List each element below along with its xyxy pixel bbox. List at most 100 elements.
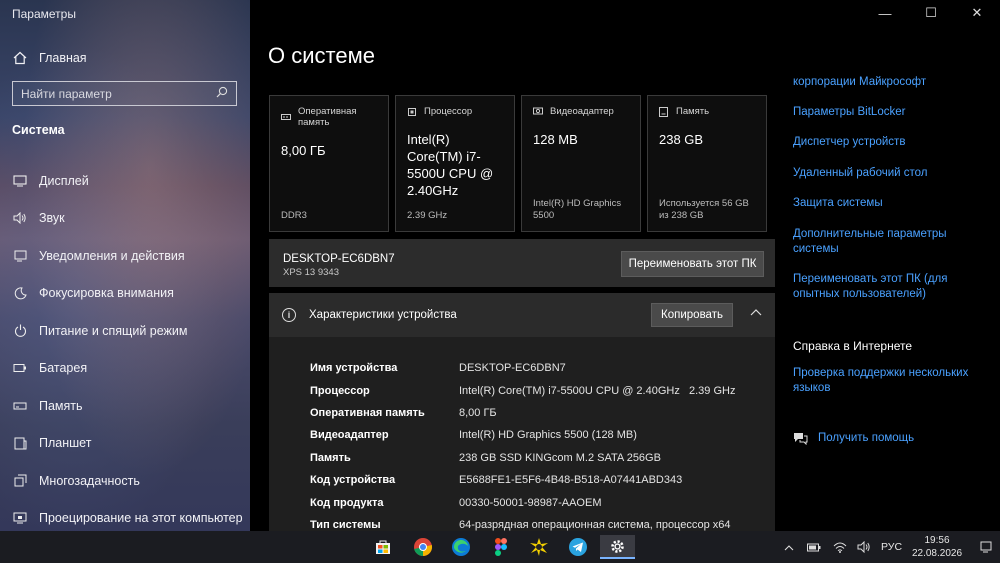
specs-title: Характеристики устройства — [309, 309, 457, 321]
link-advanced-system[interactable]: Дополнительные параметры системы — [793, 227, 953, 257]
spec-value: E5688FE1-E5F6-4B48-B518-A07441ABD343 — [459, 474, 683, 487]
sidebar-item-label: Планшет — [39, 436, 92, 451]
card-value: 8,00 ГБ — [281, 143, 326, 158]
sidebar-item-battery[interactable]: Батарея — [0, 350, 250, 388]
sidebar-item-focus[interactable]: Фокусировка внимания — [0, 275, 250, 313]
sunburst-icon[interactable] — [523, 535, 555, 559]
wifi-icon[interactable] — [832, 539, 848, 555]
volume-icon[interactable] — [856, 539, 872, 555]
sidebar-item-notifications[interactable]: Уведомления и действия — [0, 237, 250, 275]
link-device-manager[interactable]: Диспетчер устройств — [793, 135, 905, 150]
settings-icon[interactable] — [600, 535, 635, 559]
notification-icon — [12, 248, 28, 264]
card-footer: Используется 56 GB из 238 GB — [659, 198, 749, 221]
device-specs-header[interactable]: i Характеристики устройства Копировать — [269, 293, 775, 337]
minimize-button[interactable]: — — [862, 0, 908, 26]
section-label-system: Система — [12, 123, 65, 137]
clock[interactable]: 19:56 22.08.2026 — [906, 534, 968, 560]
spec-value: 64-разрядная операционная система, проце… — [459, 518, 731, 531]
pc-name-bar: DESKTOP-EC6DBN7 XPS 13 9343 Переименоват… — [269, 239, 775, 287]
spec-key: Процессор — [310, 384, 370, 397]
clock-time: 19:56 — [924, 535, 950, 546]
link-rename-advanced[interactable]: Переименовать этот ПК (для опытных польз… — [793, 272, 953, 302]
link-system-protection[interactable]: Защита системы — [793, 196, 883, 211]
moon-icon — [12, 285, 28, 301]
search-placeholder: Найти параметр — [21, 86, 112, 101]
spec-key: Тип системы — [310, 518, 381, 531]
cpu-icon — [407, 107, 417, 117]
ram-icon — [281, 112, 291, 122]
taskbar: РУС 19:56 22.08.2026 — [0, 531, 1000, 563]
storage-icon — [12, 398, 28, 414]
spec-row: Память 238 GB SSD KINGcom M.2 SATA 256GB — [310, 447, 735, 469]
card-title: Память — [676, 106, 710, 117]
chevron-up-icon[interactable] — [750, 305, 762, 319]
battery-icon — [12, 360, 28, 376]
power-icon — [12, 323, 28, 339]
link-bitlocker[interactable]: Параметры BitLocker — [793, 105, 905, 120]
sidebar-item-projecting[interactable]: Проецирование на этот компьютер — [0, 500, 250, 532]
spec-row: Видеоадаптер Intel(R) HD Graphics 5500 (1… — [310, 424, 735, 446]
sidebar-item-display[interactable]: Дисплей — [0, 162, 250, 200]
telegram-icon[interactable] — [562, 535, 594, 559]
maximize-button[interactable]: ☐ — [908, 0, 954, 26]
card-storage: Память 238 GB Используется 56 GB из 238 … — [647, 95, 767, 232]
card-value: 238 GB — [659, 132, 704, 147]
sidebar-item-label: Проецирование на этот компьютер — [39, 511, 243, 526]
search-icon[interactable] — [216, 86, 228, 101]
chat-help-icon — [793, 432, 808, 445]
figma-icon[interactable] — [485, 535, 517, 559]
spec-key: Видеоадаптер — [310, 429, 389, 442]
project-icon — [12, 510, 28, 526]
sidebar-item-label: Дисплей — [39, 173, 89, 188]
sidebar-item-tablet[interactable]: Планшет — [0, 425, 250, 463]
card-footer: 2.39 GHz — [407, 210, 448, 221]
help-title: Справка в Интернете — [793, 339, 913, 353]
spec-row: Тип системы 64-разрядная операционная сис… — [310, 514, 735, 531]
search-input[interactable]: Найти параметр — [12, 81, 237, 106]
spec-row: Код устройства E5688FE1-E5F6-4B48-B518-A0… — [310, 469, 735, 491]
get-help-link[interactable]: Получить помощь — [818, 431, 914, 446]
copy-button[interactable]: Копировать — [651, 303, 733, 327]
main-content: — ☐ ✕ О системе Оперативная память 8,00 … — [250, 0, 1000, 531]
app-title: Параметры — [12, 7, 76, 21]
spec-rows: Имя устройства DESKTOP-EC6DBN7 Процессор I… — [310, 357, 735, 531]
spec-value: 8,00 ГБ — [459, 406, 497, 419]
sidebar-item-multitasking[interactable]: Многозадачность — [0, 462, 250, 500]
link-remote-desktop[interactable]: Удаленный рабочий стол — [793, 166, 928, 181]
sidebar-item-sound[interactable]: Звук — [0, 200, 250, 238]
get-help-row[interactable]: Получить помощь — [793, 431, 914, 446]
link-microsoft[interactable]: корпорации Майкрософт — [793, 75, 926, 90]
spec-row: Имя устройства DESKTOP-EC6DBN7 — [310, 357, 735, 379]
chevron-up-icon[interactable] — [781, 539, 797, 555]
spec-key: Имя устройства — [310, 362, 398, 375]
card-footer: DDR3 — [281, 210, 307, 221]
store-icon[interactable] — [367, 535, 399, 559]
rename-pc-button[interactable]: Переименовать этот ПК — [621, 251, 764, 277]
sidebar-item-label: Звук — [39, 211, 65, 226]
link-language-support[interactable]: Проверка поддержки нескольких языков — [793, 366, 973, 396]
nav-home[interactable]: Главная — [0, 44, 250, 72]
spec-row: Процессор Intel(R) Core(TM) i7-5500U CPU … — [310, 379, 735, 401]
spec-value: Intel(R) HD Graphics 5500 (128 MB) — [459, 429, 637, 442]
card-title: Видеоадаптер — [550, 106, 614, 117]
sidebar: Параметры Главная Найти параметр Система… — [0, 0, 250, 531]
page-title: О системе — [268, 43, 375, 68]
chrome-icon[interactable] — [407, 535, 439, 559]
battery-icon[interactable] — [806, 539, 822, 555]
card-cpu: Процессор Intel(R) Core(TM) i7-5500U CPU… — [395, 95, 515, 232]
close-button[interactable]: ✕ — [954, 0, 1000, 26]
spec-row: Оперативная память 8,00 ГБ — [310, 402, 735, 424]
home-icon — [12, 50, 28, 66]
notification-center-icon[interactable] — [980, 540, 992, 553]
language-indicator[interactable]: РУС — [881, 541, 902, 553]
sidebar-item-power[interactable]: Питание и спящий режим — [0, 312, 250, 350]
sidebar-item-storage[interactable]: Память — [0, 387, 250, 425]
tablet-icon — [12, 435, 28, 451]
edge-icon[interactable] — [445, 535, 477, 559]
sidebar-item-label: Многозадачность — [39, 473, 140, 488]
spec-value: 238 GB SSD KINGcom M.2 SATA 256GB — [459, 451, 661, 464]
sidebar-item-label: Батарея — [39, 361, 88, 376]
disk-icon — [659, 106, 669, 117]
card-title: Оперативная память — [298, 106, 357, 128]
